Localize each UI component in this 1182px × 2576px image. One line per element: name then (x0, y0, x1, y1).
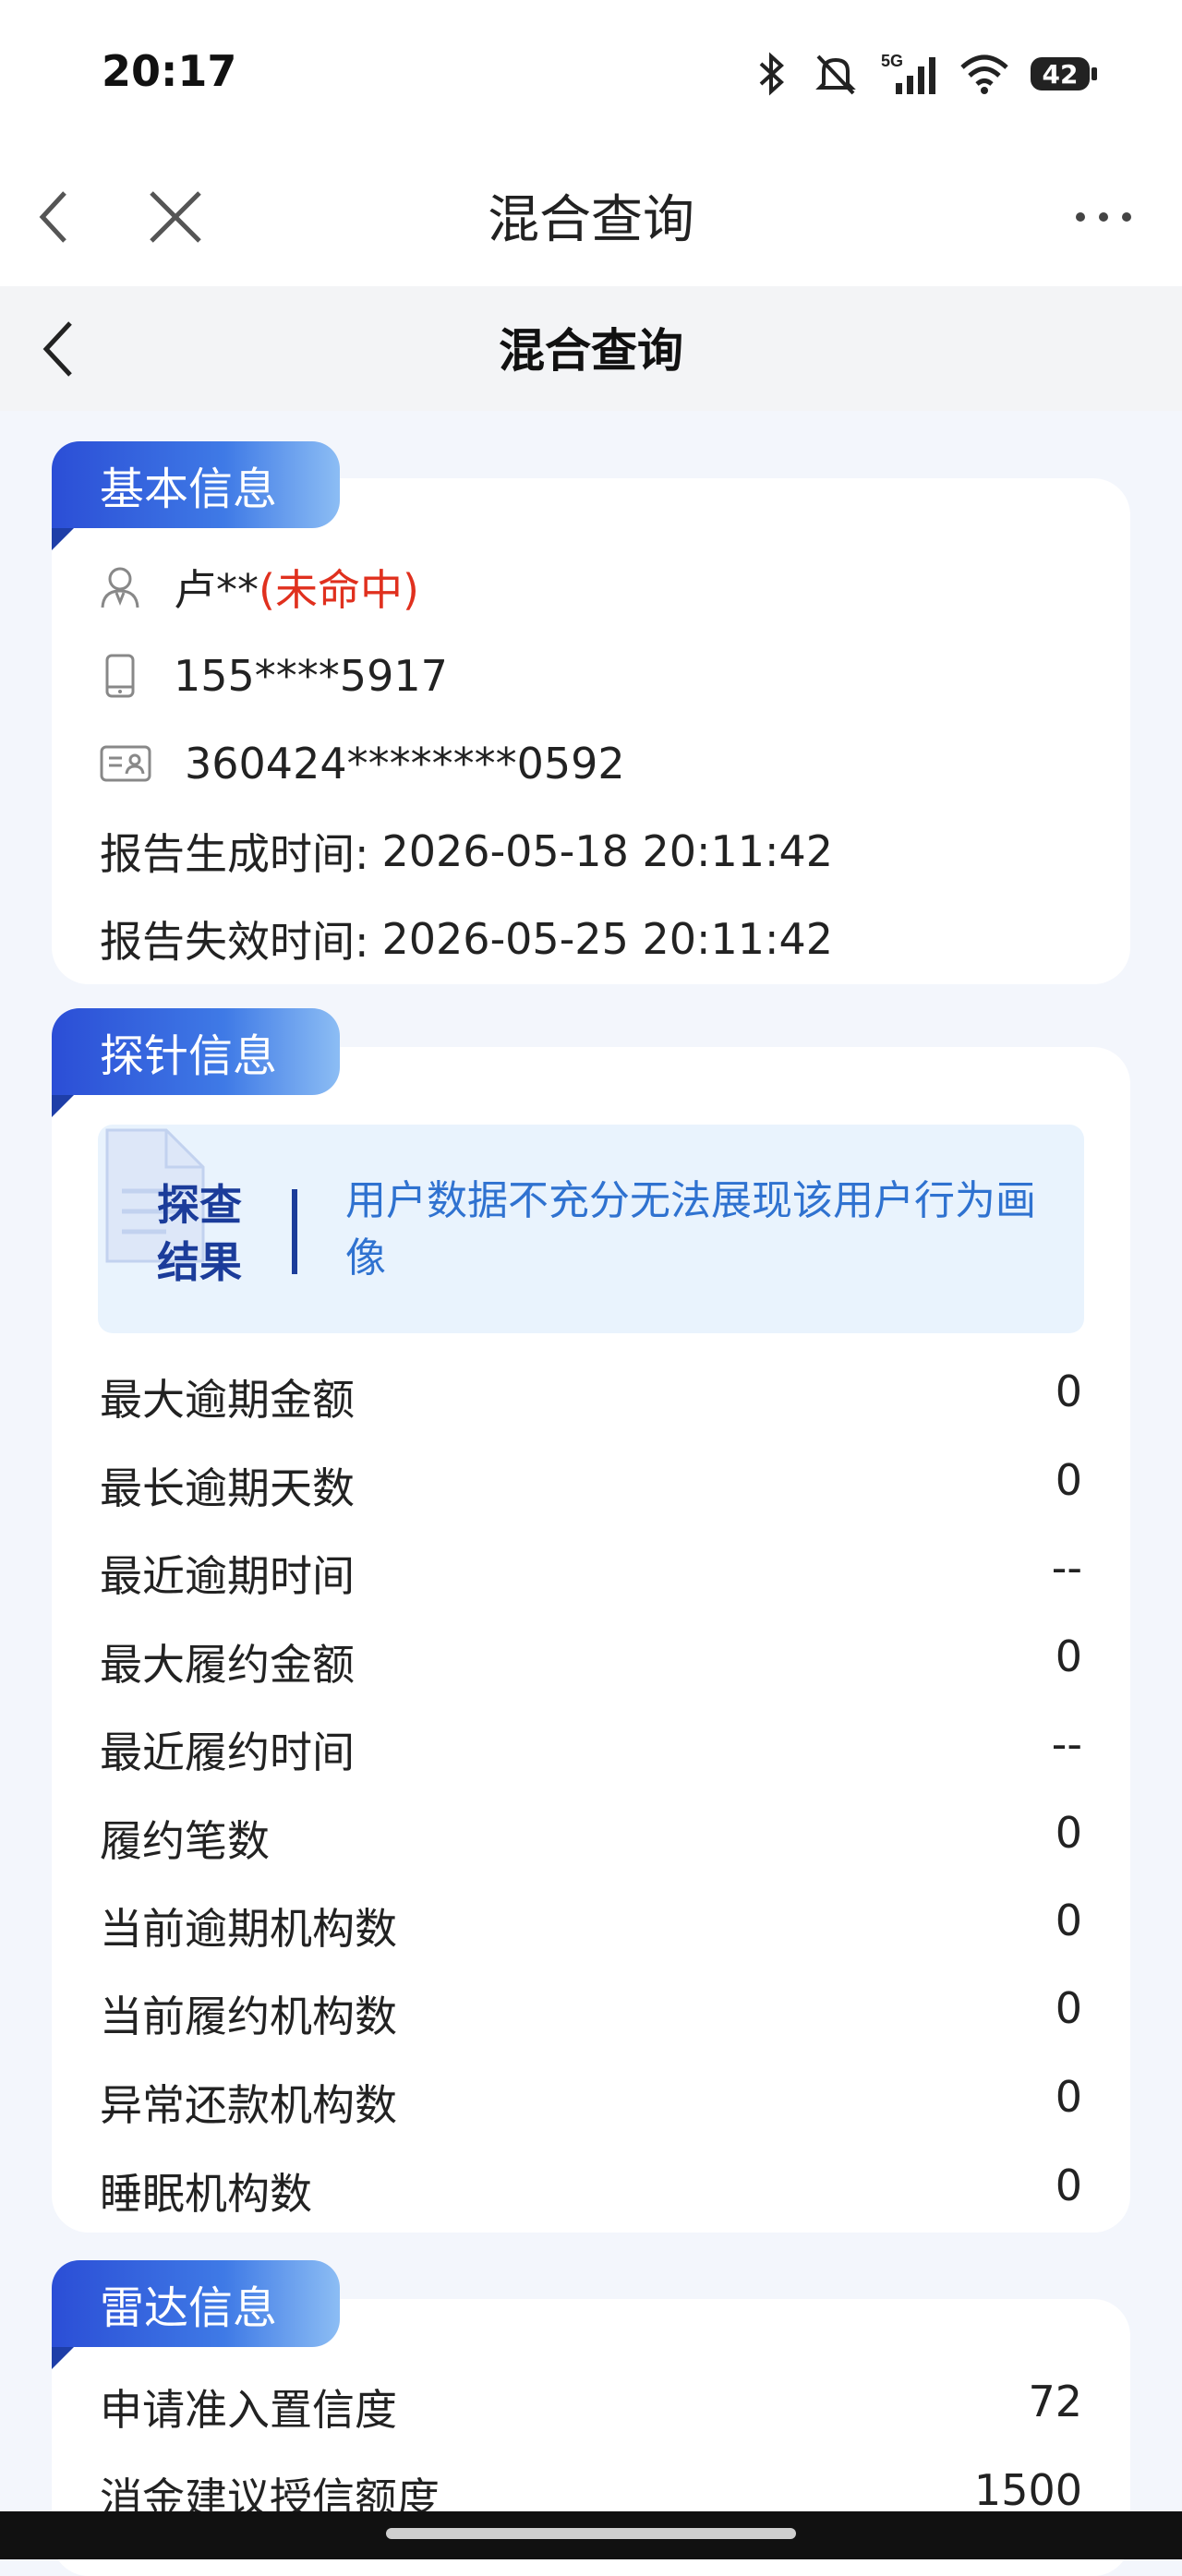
probe-row: 最长逾期天数 0 (100, 1455, 1082, 1516)
probe-row-label: 异常还款机构数 (100, 2080, 397, 2130)
probe-row-value: 0 (1055, 1455, 1082, 1505)
radar-row-label: 申请准入置信度 (100, 2385, 397, 2435)
page-title: 混合查询 (499, 324, 683, 378)
probe-row-value: 0 (1055, 1983, 1082, 2033)
probe-row-value: -- (1051, 1719, 1082, 1769)
radar-row-value: 72 (1028, 2377, 1082, 2426)
network-label: 5G (881, 52, 903, 70)
report-expires-row: 报告失效时间: 2026-05-25 20:11:42 (100, 911, 1082, 967)
probe-result-box: 探查 结果 用户数据不充分无法展现该用户行为画像 (98, 1125, 1084, 1333)
probe-row-label: 当前逾期机构数 (100, 1904, 397, 1954)
phone-row: 155****5917 (100, 648, 1082, 704)
wifi-icon (960, 54, 1008, 94)
probe-row: 最大逾期金额 0 (100, 1366, 1082, 1427)
battery-level: 42 (1042, 58, 1079, 90)
probe-result-label-line1: 探查 (157, 1180, 242, 1230)
browser-header: 混合查询 (0, 152, 1182, 286)
probe-row-label: 当前履约机构数 (100, 1992, 397, 2041)
user-icon (101, 567, 139, 608)
id-card-icon (100, 745, 151, 782)
probe-row-label: 最长逾期天数 (100, 1463, 355, 1513)
probe-result-label-line2: 结果 (157, 1237, 242, 1287)
probe-row-value: 0 (1055, 1631, 1082, 1681)
name-hit-status: (未命中) (259, 565, 419, 615)
probe-row-value: 0 (1055, 2161, 1082, 2210)
bluetooth-icon (759, 52, 784, 96)
probe-row: 最近逾期时间 -- (100, 1543, 1082, 1604)
probe-row-label: 履约笔数 (100, 1816, 270, 1866)
probe-result-text: 用户数据不充分无法展现该用户行为画像 (345, 1177, 1036, 1282)
phone-icon (105, 654, 135, 698)
probe-row-value: 0 (1055, 1366, 1082, 1416)
more-icon[interactable] (1071, 189, 1136, 245)
mute-bell-icon (815, 54, 856, 95)
radar-info-tag: 雷达信息 (52, 2260, 340, 2369)
report-expires-label: 报告失效时间: (100, 917, 369, 967)
status-time: 20:17 (102, 46, 237, 96)
probe-row: 最近履约时间 -- (100, 1719, 1082, 1780)
phone-number: 155****5917 (174, 651, 448, 701)
status-bar: 20:17 5G 42 (0, 0, 1182, 152)
id-row: 360424********0592 (100, 736, 1082, 791)
report-expires-value: 2026-05-25 20:11:42 (381, 914, 834, 964)
probe-row: 当前履约机构数 0 (100, 1983, 1082, 2044)
probe-row-label: 最近履约时间 (100, 1727, 355, 1777)
probe-row: 异常还款机构数 0 (100, 2072, 1082, 2133)
name-row: 卢** (未命中) (100, 560, 1082, 615)
probe-row-label: 最近逾期时间 (100, 1551, 355, 1601)
browser-title: 混合查询 (488, 190, 694, 250)
probe-row: 当前逾期机构数 0 (100, 1896, 1082, 1956)
probe-row: 睡眠机构数 0 (100, 2161, 1082, 2221)
probe-row-value: 0 (1055, 1808, 1082, 1858)
id-number: 360424********0592 (185, 739, 625, 788)
probe-row-value: 0 (1055, 1896, 1082, 1945)
probe-row-value: -- (1051, 1543, 1082, 1593)
home-indicator[interactable] (386, 2528, 796, 2539)
probe-row: 最大履约金额 0 (100, 1631, 1082, 1692)
probe-row: 履约笔数 0 (100, 1808, 1082, 1869)
page-header: 混合查询 (0, 286, 1182, 411)
radar-row: 申请准入置信度 72 (100, 2377, 1082, 2438)
report-generated-value: 2026-05-18 20:11:42 (381, 826, 834, 876)
probe-divider (292, 1189, 297, 1274)
status-icons: 5G 42 (754, 48, 1097, 100)
probe-row-label: 最大逾期金额 (100, 1375, 355, 1425)
probe-row-label: 睡眠机构数 (100, 2169, 312, 2219)
report-generated-row: 报告生成时间: 2026-05-18 20:11:42 (100, 824, 1082, 879)
signal-5g-icon: 5G (881, 52, 935, 94)
probe-row-value: 0 (1055, 2072, 1082, 2122)
probe-result-label: 探查 结果 (157, 1176, 268, 1291)
battery-icon: 42 (1031, 57, 1097, 90)
probe-row-label: 最大履约金额 (100, 1640, 355, 1690)
basic-info-tag: 基本信息 (52, 441, 340, 550)
user-name: 卢** (174, 565, 259, 615)
report-generated-label: 报告生成时间: (100, 829, 369, 879)
probe-info-tag: 探针信息 (52, 1008, 340, 1117)
